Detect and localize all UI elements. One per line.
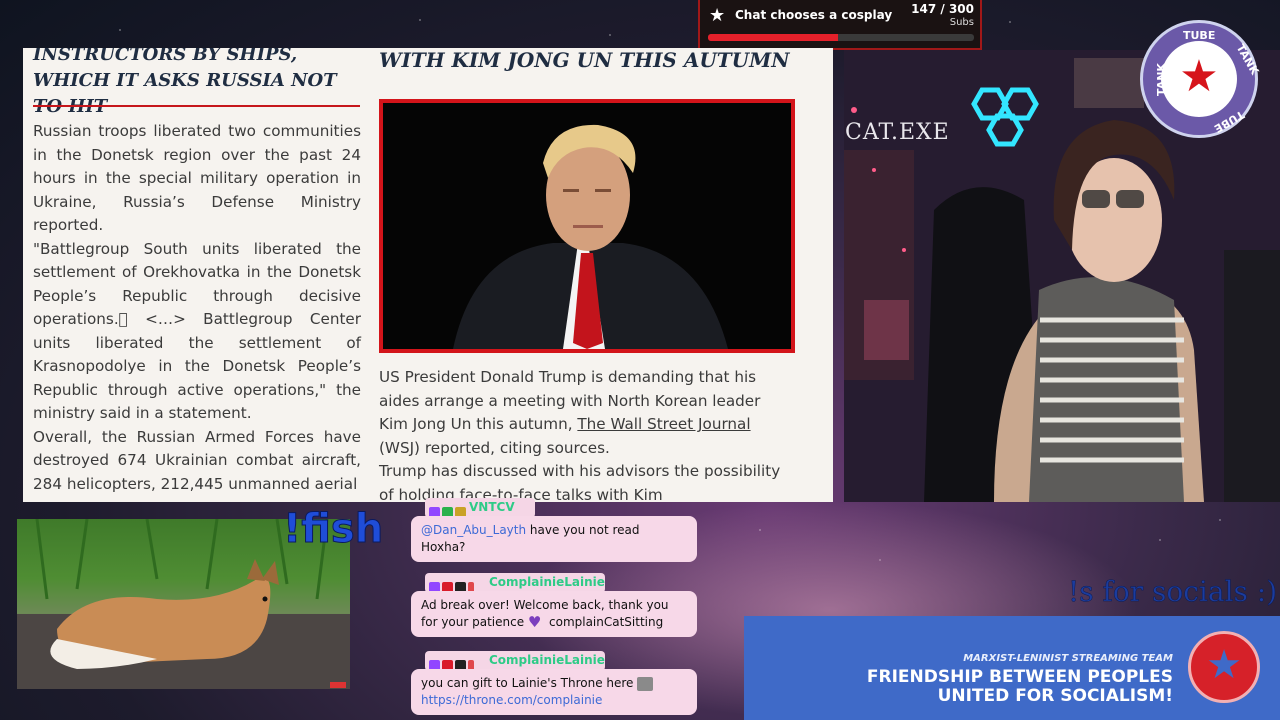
left-article-body: Russian troops liberated two communities…: [33, 120, 361, 496]
chat-username: ComplainieLainie: [489, 653, 605, 667]
star-icon: ★: [709, 5, 726, 26]
chat-username-tag: ComplainieLainie: [425, 573, 605, 593]
right-paragraph: US President Donald Trump is demanding t…: [379, 366, 789, 460]
webcam-overlay-text: CAT.EXE: [845, 120, 950, 145]
chat-username: VNTCV: [469, 500, 515, 514]
chat-message: @Dan_Abu_Layth have you not read Hoxha?: [411, 516, 697, 562]
goal-unit: Subs: [949, 17, 974, 28]
goal-progress-track: [708, 34, 974, 41]
socials-command-text: !s for socials :): [1068, 575, 1278, 609]
throne-link[interactable]: https://throne.com/complainie: [421, 693, 602, 707]
left-paragraph: "Battlegroup South units liberated the s…: [33, 239, 361, 423]
headline-divider: [33, 105, 360, 107]
star-icon: ★: [1206, 642, 1242, 688]
right-paragraph-text: (WSJ) reported, citing sources.: [379, 438, 610, 457]
banner-line-2: UNITED FOR SOCIALISM!: [937, 686, 1173, 706]
thumbnail-emote-icon: [637, 676, 654, 691]
sub-goal-widget: ★ Chat chooses a cosplay 147 / 300 Subs: [698, 0, 982, 50]
chat-username-tag: ComplainieLainie: [425, 651, 605, 671]
banner-subtitle: MARXIST-LENINIST STREAMING TEAM: [963, 653, 1173, 664]
goal-progress-fill: [708, 34, 839, 41]
chat-username-tag: VNTCV: [425, 498, 535, 518]
right-article-body: US President Donald Trump is demanding t…: [379, 366, 789, 502]
chat-message: you can gift to Lainie's Throne here htt…: [411, 669, 697, 715]
wsj-link[interactable]: The Wall Street Journal: [577, 415, 750, 433]
purple-heart-emote-icon: ♥: [527, 613, 542, 631]
banner-seal: ★: [1188, 631, 1260, 703]
chat-emote-name: complainCatSitting: [549, 615, 664, 629]
goal-count: 147 / 300: [911, 2, 974, 16]
left-paragraph: Overall, the Russian Armed Forces have d…: [33, 427, 361, 493]
left-headline: INSTRUCTORS BY SHIPS, WHICH IT ASKS RUSS…: [33, 48, 337, 117]
fish-command-label: !fish: [282, 506, 384, 553]
red-star-icon: ★: [1179, 51, 1219, 102]
banner-line-1: FRIENDSHIP BETWEEN PEOPLES: [866, 667, 1173, 687]
logo-inner-circle: ★: [1161, 41, 1237, 117]
chat-message-text: you can gift to Lainie's Throne here: [421, 676, 638, 690]
right-paragraph: Trump has discussed with his advisors th…: [379, 462, 781, 502]
neon-hexagon-lights: [971, 87, 1039, 147]
left-paragraph: Russian troops liberated two communities…: [33, 122, 361, 234]
streaming-team-banner: MARXIST-LENINIST STREAMING TEAM FRIENDSH…: [744, 616, 1280, 720]
tube-tank-logo: TUBE TANK TUBE TANK ★: [1140, 20, 1261, 138]
chat-mention: @Dan_Abu_Layth: [421, 523, 527, 537]
chat-username: ComplainieLainie: [489, 575, 605, 589]
chat-message: Ad break over! Welcome back, thank you f…: [411, 591, 697, 637]
goal-title: Chat chooses a cosplay: [735, 8, 893, 22]
right-headline: WITH KIM JONG UN THIS AUTUMN: [379, 48, 790, 72]
article-photo: [379, 99, 795, 353]
news-article-panel: INSTRUCTORS BY SHIPS, WHICH IT ASKS RUSS…: [23, 48, 833, 502]
